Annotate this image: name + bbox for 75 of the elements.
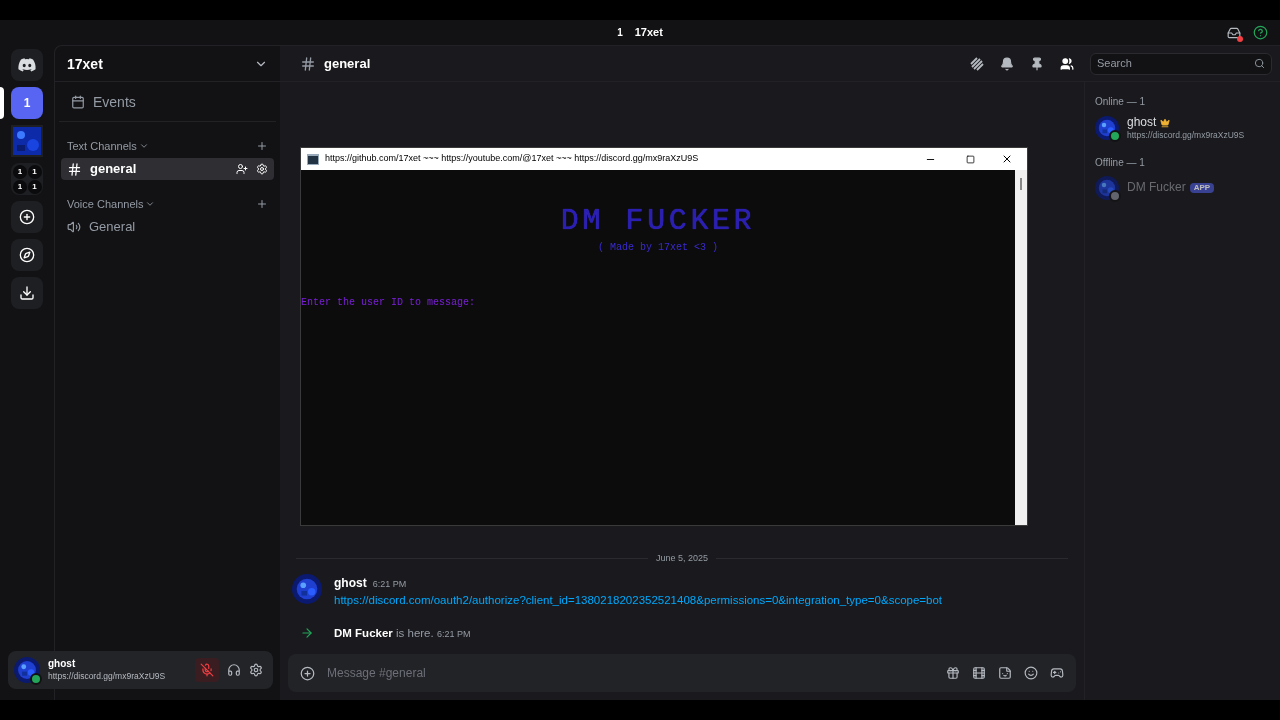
folder-server-icon: 1 (27, 180, 42, 194)
speaker-icon (67, 220, 81, 234)
pin-icon[interactable] (1030, 56, 1044, 71)
member-group-heading: Online — 1 (1095, 95, 1147, 109)
author-name[interactable]: ghost (334, 573, 367, 592)
folder-server-icon: 1 (13, 180, 27, 194)
scrollbar-thumb[interactable] (1020, 178, 1022, 190)
search-icon (1254, 58, 1265, 69)
title-count: 1 (617, 26, 623, 40)
invite-icon (236, 163, 248, 175)
discover-button[interactable] (11, 239, 43, 271)
server-icon[interactable] (11, 125, 43, 157)
join-message: DM Fucker is here. 6:21 PM (334, 625, 471, 641)
settings-icon (256, 163, 268, 175)
user-status: https://discord.gg/mx9raXzU9S (48, 670, 167, 682)
maximize-icon[interactable] (966, 154, 975, 164)
hash-icon (300, 55, 316, 72)
compass-icon (19, 247, 35, 263)
category-header[interactable]: Voice Channels (67, 195, 156, 213)
folder-server-icon: 1 (13, 165, 27, 179)
headphones-icon[interactable] (227, 663, 241, 677)
home-button[interactable] (11, 49, 43, 81)
download-icon (19, 285, 35, 301)
date-divider: June 5, 2025 (655, 552, 710, 565)
settings-icon[interactable] (249, 663, 263, 677)
timestamp: 6:21 PM (372, 577, 407, 591)
avatar (292, 573, 322, 604)
member-group-heading: Offline — 1 (1095, 155, 1146, 170)
sticker-icon (998, 666, 1012, 680)
calendar-icon (71, 94, 85, 109)
channel-item[interactable]: General (61, 216, 274, 238)
console-subtitle: ( Made by 17xet <3 ) (598, 241, 718, 255)
hash-icon (67, 161, 82, 177)
help-icon[interactable] (1253, 25, 1268, 40)
member-name: ghost (1127, 115, 1157, 130)
console-prompt: Enter the user ID to message: (301, 296, 477, 310)
channel-title: general (324, 54, 371, 73)
add-channel-icon[interactable] (256, 198, 268, 210)
category-header[interactable]: Text Channels (67, 137, 149, 155)
add-server-button[interactable] (11, 201, 43, 233)
app-tag: APP (1189, 182, 1215, 193)
window-title: 17xet (634, 25, 663, 41)
add-icon (19, 209, 35, 225)
mic-off-icon (200, 663, 214, 677)
events-link[interactable]: Events (93, 91, 136, 112)
search-field[interactable]: Search (1090, 52, 1272, 75)
gift-icon (946, 666, 960, 680)
console-title: https://github.com/17xet ~~~ https://youtube.com/@17xet ~~~ https://discord.gg/mx9raXzU9S (325, 152, 700, 166)
user-name: ghost (48, 658, 77, 671)
threads-icon[interactable] (970, 56, 984, 71)
gamepad-icon (1050, 666, 1064, 680)
close-icon[interactable] (1001, 153, 1013, 165)
inbox-icon[interactable] (1227, 25, 1241, 40)
avatar (14, 657, 40, 683)
member-status: https://discord.gg/mx9raXzU9S (1127, 130, 1245, 141)
emoji-icon (1024, 666, 1038, 680)
mute-button[interactable] (195, 658, 219, 682)
server-name[interactable]: 17xet (67, 53, 103, 74)
channel-item[interactable]: general (61, 158, 274, 180)
server-folder[interactable]: 1 1 1 1 (11, 163, 43, 195)
add-channel-icon[interactable] (256, 140, 268, 152)
selection-pill (0, 87, 4, 119)
server-icon[interactable]: 1 (11, 87, 43, 119)
folder-server-icon: 1 (27, 165, 42, 179)
member-name: DM Fucker (1127, 180, 1186, 196)
discord-logo-icon (18, 58, 36, 72)
message-link[interactable]: https://discord.com/oauth2/authorize?client_id=1380218202352521408&permissions=0&integration_type=0&scope=bot (334, 591, 943, 609)
member-item[interactable]: ghost https://discord.gg/mx9raXzU9S (1095, 113, 1270, 143)
attach-icon (300, 665, 315, 681)
members-icon[interactable] (1060, 56, 1074, 71)
member-item[interactable]: DM Fucker APP (1095, 173, 1270, 202)
bell-icon[interactable] (1000, 56, 1014, 71)
download-button[interactable] (11, 277, 43, 309)
banner-title: DM FUCKER (560, 206, 756, 236)
console-app-icon (307, 153, 319, 165)
